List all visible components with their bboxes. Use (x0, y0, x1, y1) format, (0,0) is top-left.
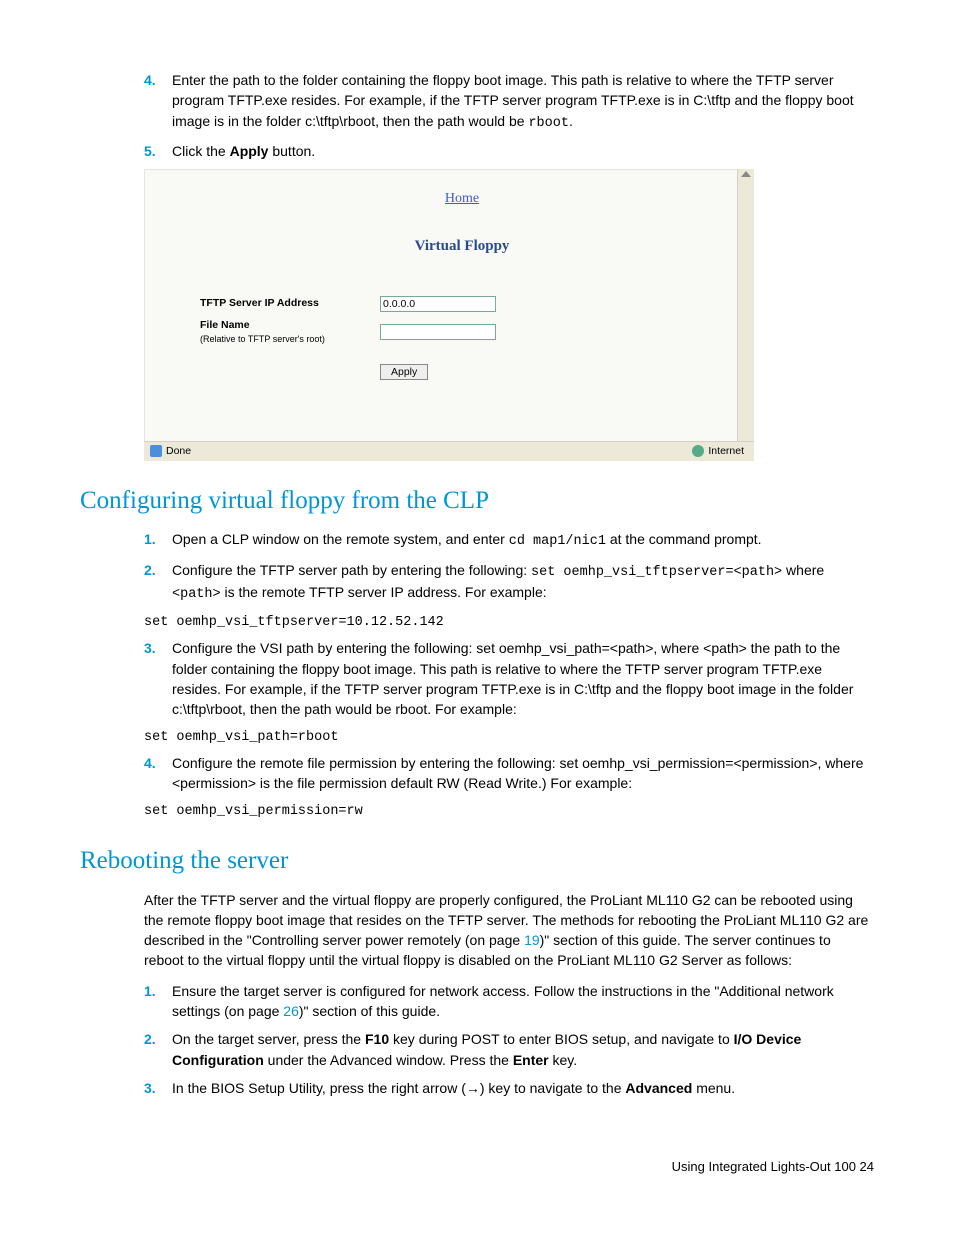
file-name-label: File Name (Relative to TFTP server's roo… (200, 318, 380, 346)
reboot-step-1: 1. Ensure the target server is configure… (144, 981, 874, 1022)
step-number: 3. (144, 1078, 172, 1098)
tftp-ip-input[interactable] (380, 296, 496, 312)
code-example-2: set oemhp_vsi_path=rboot (144, 728, 874, 748)
text: under the Advanced window. Press the (264, 1052, 513, 1068)
step-text: Configure the TFTP server path by enteri… (172, 560, 874, 605)
text: at the command prompt. (606, 531, 762, 547)
file-name-input[interactable] (380, 324, 496, 340)
inline-code: rboot (528, 116, 569, 131)
page-footer: Using Integrated Lights-Out 100 24 (80, 1158, 874, 1177)
text: is the remote TFTP server IP address. Fo… (221, 584, 547, 600)
clp-step-2: 2. Configure the TFTP server path by ent… (144, 560, 874, 605)
step-number: 3. (144, 638, 172, 719)
enter-bold: Enter (513, 1052, 549, 1068)
text: Open a CLP window on the remote system, … (172, 531, 509, 547)
page-link-26[interactable]: 26 (283, 1003, 299, 1019)
page-link-19[interactable]: 19 (524, 932, 540, 948)
scrollbar[interactable] (737, 169, 754, 440)
reboot-step-3: 3. In the BIOS Setup Utility, press the … (144, 1078, 874, 1098)
status-bar: Done Internet (144, 441, 754, 461)
step-text: Ensure the target server is configured f… (172, 981, 874, 1022)
label-sub: (Relative to TFTP server's root) (200, 333, 380, 346)
inline-code: cd map1/nic1 (509, 534, 606, 549)
home-link[interactable]: Home (200, 189, 724, 209)
text: menu. (692, 1080, 735, 1096)
step-4: 4. Enter the path to the folder containi… (144, 70, 874, 133)
status-right: Internet (692, 444, 744, 459)
text: Enter the path to the folder containing … (172, 72, 854, 129)
step-number: 1. (144, 981, 172, 1022)
text: On the target server, press the (172, 1031, 365, 1047)
ie-icon (150, 445, 162, 457)
tftp-ip-label: TFTP Server IP Address (200, 296, 380, 311)
step-number: 4. (144, 753, 172, 794)
clp-step-3: 3. Configure the VSI path by entering th… (144, 638, 874, 719)
apply-button[interactable]: Apply (380, 364, 428, 380)
reboot-paragraph: After the TFTP server and the virtual fl… (144, 890, 874, 971)
step-text: Configure the VSI path by entering the f… (172, 638, 874, 719)
step-number: 2. (144, 560, 172, 605)
step-5: 5. Click the Apply button. (144, 141, 874, 161)
reboot-step-2: 2. On the target server, press the F10 k… (144, 1029, 874, 1070)
text: )" section of this guide. (299, 1003, 440, 1019)
text: where (782, 562, 824, 578)
step-number: 4. (144, 70, 172, 133)
heading-reboot: Rebooting the server (80, 843, 874, 879)
step-text: Enter the path to the folder containing … (172, 70, 874, 133)
text: Configure the TFTP server path by enteri… (172, 562, 531, 578)
status-left: Done (150, 444, 191, 459)
code-example-1: set oemhp_vsi_tftpserver=10.12.52.142 (144, 613, 874, 633)
f10-bold: F10 (365, 1031, 389, 1047)
step-text: Open a CLP window on the remote system, … (172, 529, 874, 552)
text: key during POST to enter BIOS setup, and… (389, 1031, 734, 1047)
clp-step-1: 1. Open a CLP window on the remote syste… (144, 529, 874, 552)
inline-code: set oemhp_vsi_tftpserver=<path> (531, 565, 782, 580)
step-text: In the BIOS Setup Utility, press the rig… (172, 1078, 874, 1098)
step-text: Configure the remote file permission by … (172, 753, 874, 794)
file-name-row: File Name (Relative to TFTP server's roo… (200, 318, 724, 346)
clp-step-4: 4. Configure the remote file permission … (144, 753, 874, 794)
virtual-floppy-title: Virtual Floppy (200, 236, 724, 258)
internet-icon (692, 445, 704, 457)
advanced-bold: Advanced (625, 1080, 692, 1096)
text: button. (268, 143, 315, 159)
step-text: Click the Apply button. (172, 141, 874, 161)
virtual-floppy-screenshot: Home Virtual Floppy TFTP Server IP Addre… (144, 169, 754, 460)
step-text: On the target server, press the F10 key … (172, 1029, 874, 1070)
apply-bold: Apply (230, 143, 269, 159)
step-number: 1. (144, 529, 172, 552)
tftp-ip-row: TFTP Server IP Address (200, 296, 724, 312)
step-number: 5. (144, 141, 172, 161)
text: In the BIOS Setup Utility, press the rig… (172, 1080, 625, 1096)
inline-code: <path> (172, 587, 221, 602)
status-done: Done (166, 444, 191, 459)
status-internet: Internet (708, 444, 744, 459)
label-main: File Name (200, 319, 250, 331)
text: Ensure the target server is configured f… (172, 983, 834, 1019)
text: key. (549, 1052, 578, 1068)
text: . (569, 113, 573, 129)
heading-clp: Configuring virtual floppy from the CLP (80, 483, 874, 519)
step-number: 2. (144, 1029, 172, 1070)
code-example-3: set oemhp_vsi_permission=rw (144, 802, 874, 822)
text: Click the (172, 143, 230, 159)
